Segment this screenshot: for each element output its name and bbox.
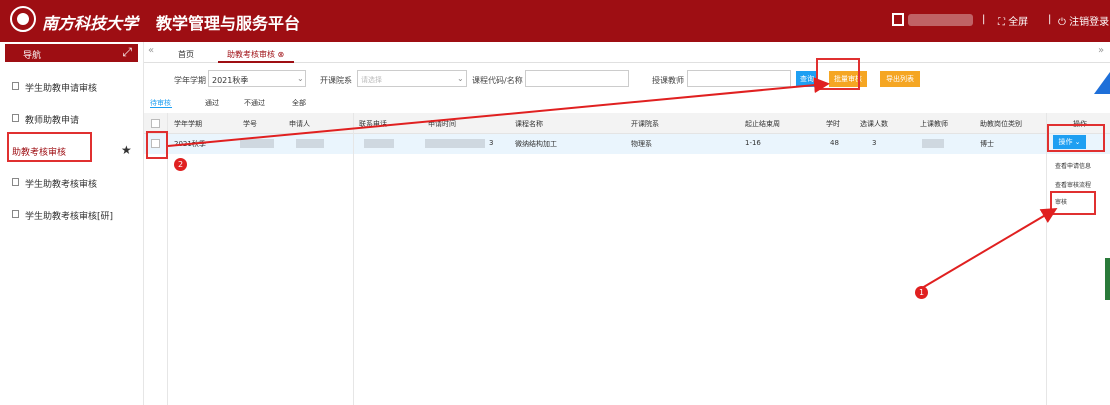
- cell-weeks: 1-16: [745, 139, 761, 147]
- column-header: 上课教师: [920, 120, 948, 128]
- cell-apply-time-tail: 3: [489, 139, 494, 147]
- sidebar-item-student-ta-assessment-review-graduate[interactable]: 学生助教考核审核[研]: [0, 206, 143, 226]
- sidebar-item-student-ta-application-review[interactable]: 学生助教申请审核: [0, 78, 143, 98]
- tab-ta-assessment-review[interactable]: 助教考核审核 ⊗: [227, 49, 284, 60]
- sidebar-item-label: 学生助教考核审核: [25, 180, 98, 190]
- table-row[interactable]: [144, 134, 1110, 154]
- sidebar-item-label: 学生助教申请审核: [25, 84, 98, 94]
- teacher-input[interactable]: [687, 70, 791, 87]
- highlight-box: [1047, 124, 1105, 152]
- dept-label: 开课院系: [320, 76, 352, 85]
- close-tab-icon[interactable]: ⊗: [278, 50, 285, 59]
- column-header: 学时: [826, 120, 840, 128]
- nav-title: 导航: [23, 51, 42, 61]
- highlight-box: [7, 132, 92, 162]
- university-logo-icon: [10, 6, 36, 32]
- term-label: 学年学期: [174, 76, 206, 85]
- status-tab-all[interactable]: 全部: [292, 98, 306, 108]
- fullscreen-button[interactable]: ⛶ 全屏: [998, 13, 1028, 28]
- cell-term: 2021秋季: [174, 140, 206, 148]
- select-all-checkbox[interactable]: [151, 119, 160, 128]
- tab-home[interactable]: 首页: [178, 49, 194, 60]
- menu-item-view-application[interactable]: 查看申请信息: [1055, 161, 1091, 170]
- chevron-down-icon: ⌄: [297, 74, 304, 83]
- top-bar: 南方科技大学 教学管理与服务平台 | ⛶ 全屏 | ⏻ 注销登录: [0, 0, 1110, 42]
- menu-item-view-review-flow[interactable]: 查看审核流程: [1055, 180, 1091, 189]
- course-input[interactable]: [525, 70, 629, 87]
- column-divider: [353, 113, 354, 405]
- student-id-blurred: [240, 139, 274, 148]
- phone-blurred: [364, 139, 394, 148]
- platform-title: 教学管理与服务平台: [156, 14, 301, 33]
- step-marker-2: 2: [174, 158, 187, 171]
- document-icon: [12, 178, 19, 186]
- apply-time-blurred: [425, 139, 485, 148]
- university-name: 南方科技大学: [42, 14, 139, 33]
- tab-bar: [144, 42, 1110, 63]
- star-icon[interactable]: ★: [121, 143, 132, 157]
- applicant-blurred: [296, 139, 324, 148]
- document-icon: [12, 114, 19, 122]
- column-header: 课程名称: [515, 120, 543, 128]
- tab-scroll-right-icon[interactable]: »: [1098, 45, 1104, 56]
- active-tab-indicator: [218, 61, 294, 63]
- step-marker-1: 1: [915, 286, 928, 299]
- sidebar-item-teacher-ta-application[interactable]: 教师助教申请: [0, 110, 143, 130]
- term-select-value: 2021秋季: [212, 76, 249, 85]
- column-header: 开课院系: [631, 120, 659, 128]
- highlight-box: [146, 131, 168, 159]
- column-header: 申请时间: [428, 120, 456, 128]
- document-icon: [12, 82, 19, 90]
- chevron-down-icon: ⌄: [457, 74, 464, 83]
- sidebar-item-label: 教师助教申请: [25, 116, 80, 126]
- column-header: 选课人数: [860, 120, 888, 128]
- column-header: 申请人: [289, 120, 310, 128]
- corner-ribbon: [1094, 72, 1110, 94]
- column-header: 学号: [243, 120, 257, 128]
- column-header: 学年学期: [174, 120, 202, 128]
- cell-hours: 48: [830, 139, 839, 147]
- active-status-indicator: [150, 107, 172, 108]
- divider: |: [1048, 14, 1052, 25]
- document-icon: [12, 210, 19, 218]
- dept-select-placeholder: 请选择: [361, 76, 382, 84]
- cell-course: 微纳结构加工: [515, 140, 557, 148]
- column-header: 联系电话: [359, 120, 387, 128]
- user-name-blurred[interactable]: [908, 14, 973, 26]
- search-button[interactable]: 查询: [796, 71, 818, 87]
- message-icon[interactable]: [892, 13, 904, 26]
- column-divider: [1046, 113, 1047, 405]
- cell-dept: 物理系: [631, 140, 652, 148]
- cell-enrolled: 3: [872, 139, 877, 147]
- export-button[interactable]: 导出列表: [880, 71, 920, 87]
- nav-header: 导航 ⤢: [5, 44, 138, 62]
- sidebar-item-student-ta-assessment-review[interactable]: 学生助教考核审核: [0, 174, 143, 194]
- logout-button[interactable]: ⏻ 注销登录: [1058, 13, 1109, 28]
- expand-icon[interactable]: ⤢: [122, 45, 132, 60]
- column-header: 助教岗位类别: [980, 120, 1022, 128]
- highlight-box: [1050, 191, 1096, 215]
- status-tab-approved[interactable]: 通过: [205, 98, 219, 108]
- cell-category: 博士: [980, 140, 994, 148]
- course-label: 课程代码/名称: [472, 76, 523, 85]
- highlight-box: [816, 58, 860, 90]
- divider: |: [982, 14, 986, 25]
- tab-scroll-left-icon[interactable]: «: [148, 45, 154, 56]
- teacher-blurred: [922, 139, 944, 148]
- side-widget: [1105, 258, 1110, 300]
- teacher-label: 授课教师: [652, 76, 684, 85]
- data-table: [144, 113, 1110, 405]
- column-header: 起止结束周: [745, 120, 780, 128]
- sidebar-item-label: 学生助教考核审核[研]: [25, 212, 114, 222]
- status-tab-rejected[interactable]: 不通过: [244, 98, 265, 108]
